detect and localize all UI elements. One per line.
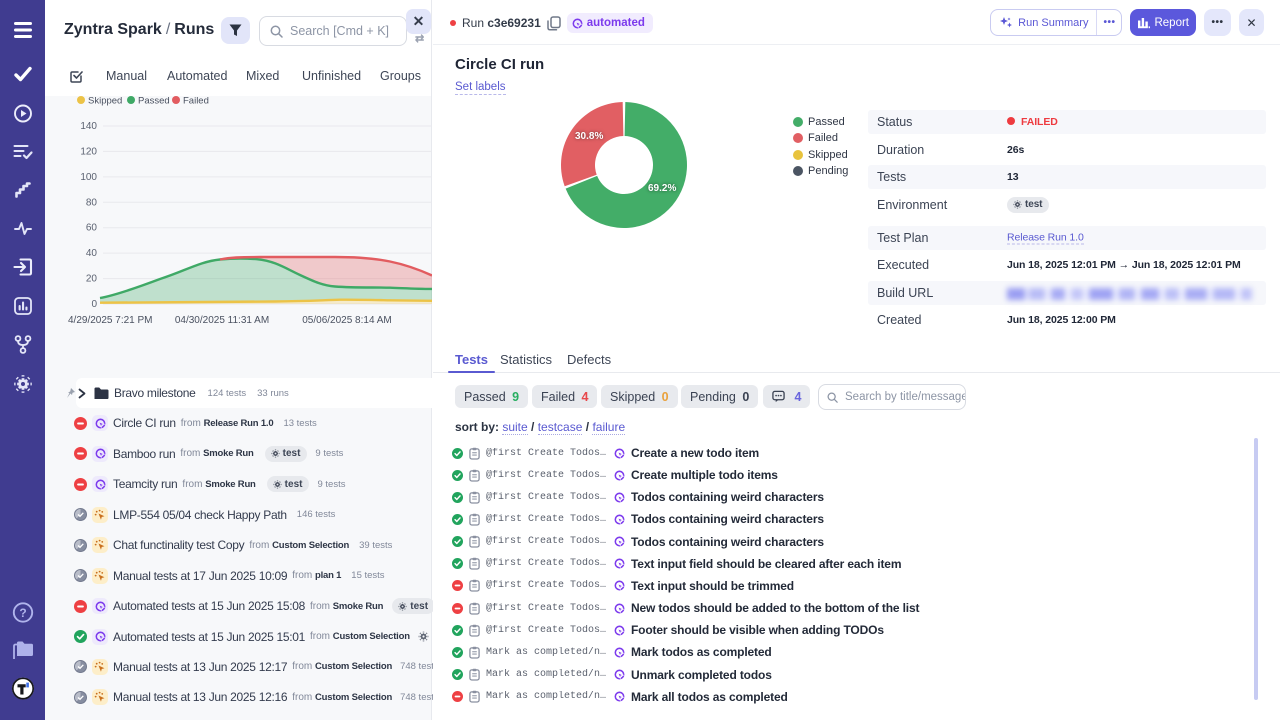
svg-text:4/29/2025 7:21 PM: 4/29/2025 7:21 PM — [68, 315, 153, 326]
svg-text:?: ? — [19, 606, 26, 620]
svg-text:Passed: Passed — [138, 96, 170, 107]
svg-text:100: 100 — [80, 172, 97, 183]
svg-text:120: 120 — [80, 146, 97, 157]
svg-text:04/30/2025 11:31 AM: 04/30/2025 11:31 AM — [175, 315, 269, 326]
svg-text:69.2%: 69.2% — [648, 183, 676, 194]
svg-text:60: 60 — [86, 223, 98, 234]
svg-text:20: 20 — [86, 274, 98, 285]
svg-text:140: 140 — [80, 121, 97, 132]
svg-text:Skipped: Skipped — [88, 96, 122, 107]
svg-text:30.8%: 30.8% — [575, 131, 603, 142]
svg-text:0: 0 — [91, 299, 97, 310]
svg-text:05/06/2025 8:14 AM: 05/06/2025 8:14 AM — [302, 315, 392, 326]
svg-text:40: 40 — [86, 248, 98, 259]
svg-text:Failed: Failed — [183, 96, 209, 107]
svg-text:80: 80 — [86, 197, 98, 208]
